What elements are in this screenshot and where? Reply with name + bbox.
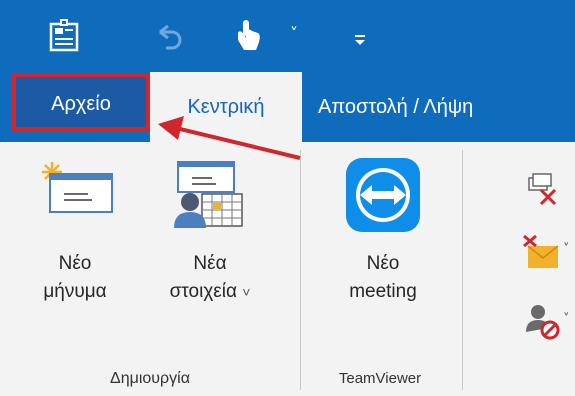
annotation-arrow xyxy=(158,116,301,160)
